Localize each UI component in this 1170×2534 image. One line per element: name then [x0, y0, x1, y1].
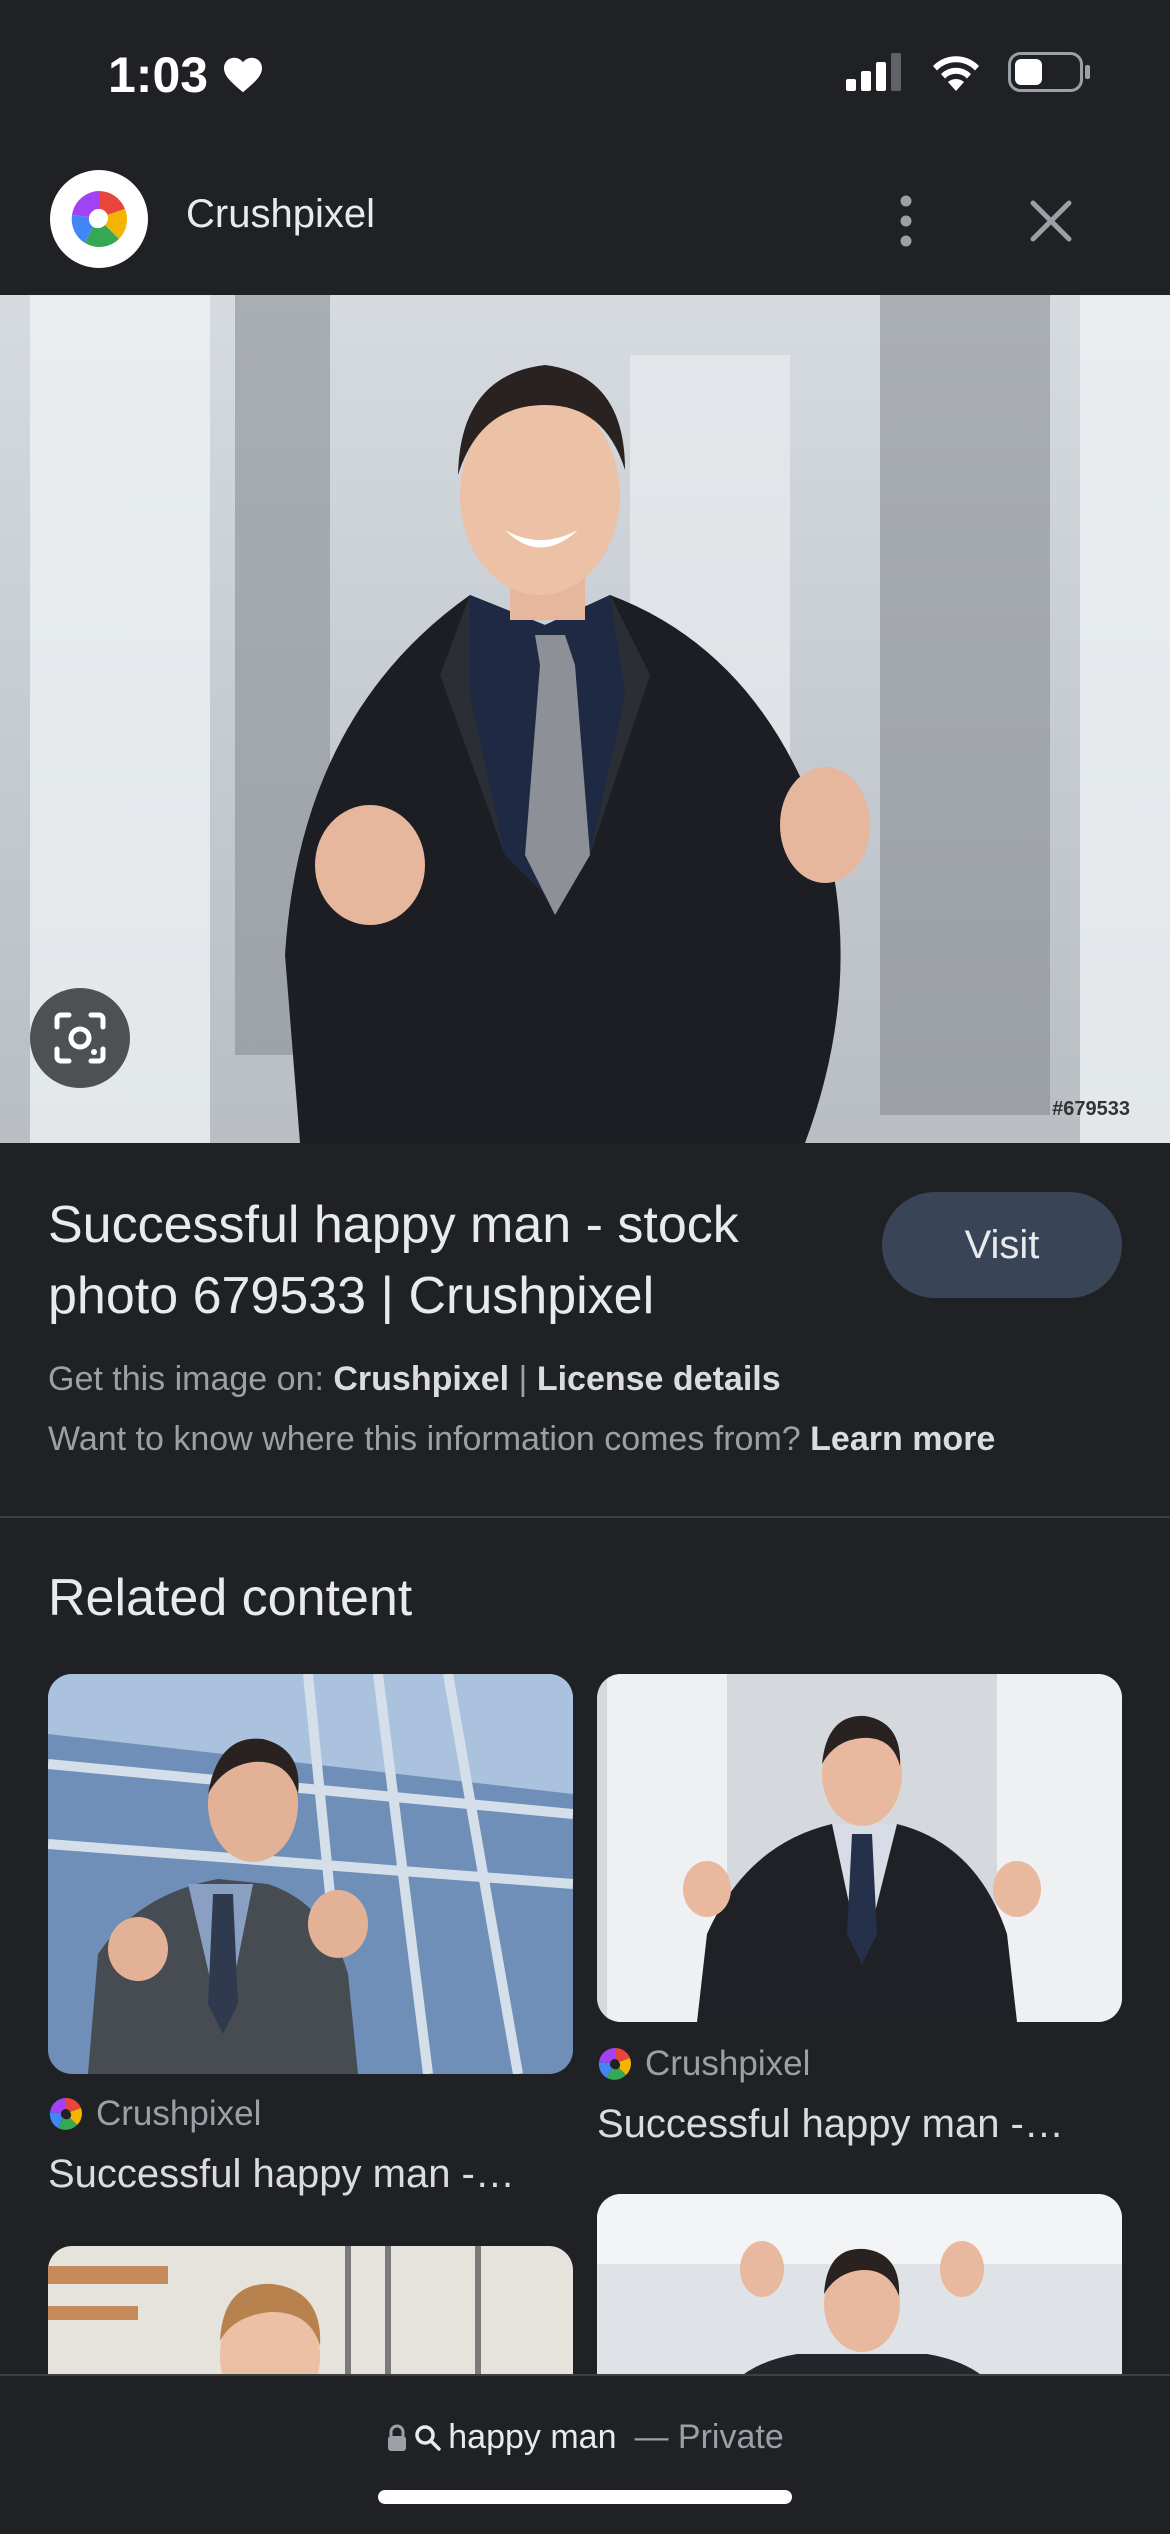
battery-icon [1008, 52, 1090, 92]
wifi-icon [933, 56, 979, 91]
search-icon [415, 2424, 441, 2451]
related-item-image[interactable] [48, 1674, 573, 2074]
get-image-row: Get this image on: Crushpixel | License … [48, 1360, 781, 1399]
related-item-source-label: Crushpixel [96, 2094, 262, 2133]
info-row: Want to know where this information come… [48, 1420, 995, 1459]
crushpixel-logo-icon [598, 2047, 631, 2080]
get-image-source-link[interactable]: Crushpixel [333, 1360, 509, 1398]
image-id-label: #679533 [1052, 1098, 1130, 1120]
home-indicator[interactable] [378, 2490, 792, 2504]
visit-button[interactable]: Visit [882, 1192, 1122, 1298]
related-content-heading: Related content [48, 1569, 413, 1627]
separator: | [518, 1360, 528, 1398]
site-name[interactable]: Crushpixel [186, 192, 375, 237]
related-item-source: Crushpixel [48, 2094, 261, 2134]
get-image-prefix: Get this image on: [48, 1360, 324, 1398]
time-label: 1:03 [108, 47, 209, 103]
related-item-title[interactable]: Successful happy man -… [48, 2152, 515, 2197]
url-row[interactable]: happy man — Private [0, 2418, 1170, 2457]
crushpixel-logo-icon [70, 190, 128, 248]
private-mode-label: — Private [634, 2418, 784, 2456]
close-button[interactable] [1016, 186, 1086, 256]
search-query: happy man [448, 2418, 617, 2456]
info-question: Want to know where this information come… [48, 1420, 801, 1458]
lens-icon [54, 1012, 106, 1064]
happy-businessman-photo [0, 295, 1170, 1143]
address-bar[interactable]: happy man — Private [0, 2374, 1170, 2534]
license-details-link[interactable]: License details [537, 1360, 781, 1398]
result-title[interactable]: Successful happy man - stock photo 67953… [48, 1190, 828, 1332]
divider [0, 1516, 1170, 1518]
heart-icon [224, 57, 263, 93]
result-header: Crushpixel [0, 150, 1170, 295]
crushpixel-logo-icon [49, 2097, 82, 2130]
status-time: 1:03 [108, 46, 264, 104]
preview-image[interactable]: #679533 [0, 295, 1170, 1143]
related-item-image[interactable] [597, 1674, 1122, 2022]
learn-more-link[interactable]: Learn more [810, 1420, 995, 1458]
related-item-source: Crushpixel [597, 2044, 810, 2084]
status-icons [846, 52, 1092, 92]
lens-search-button[interactable] [30, 988, 130, 1088]
site-favicon [50, 170, 148, 268]
related-photo-2 [597, 1674, 1122, 2022]
status-bar: 1:03 [0, 0, 1170, 150]
cellular-signal-icon [846, 53, 901, 91]
close-icon [1030, 200, 1072, 242]
related-item-source-label: Crushpixel [645, 2044, 811, 2083]
more-options-button[interactable] [876, 186, 936, 256]
lock-icon [388, 2424, 407, 2451]
more-vert-icon [900, 195, 912, 247]
related-item-title[interactable]: Successful happy man -… [597, 2102, 1064, 2147]
related-photo-1 [48, 1674, 573, 2074]
